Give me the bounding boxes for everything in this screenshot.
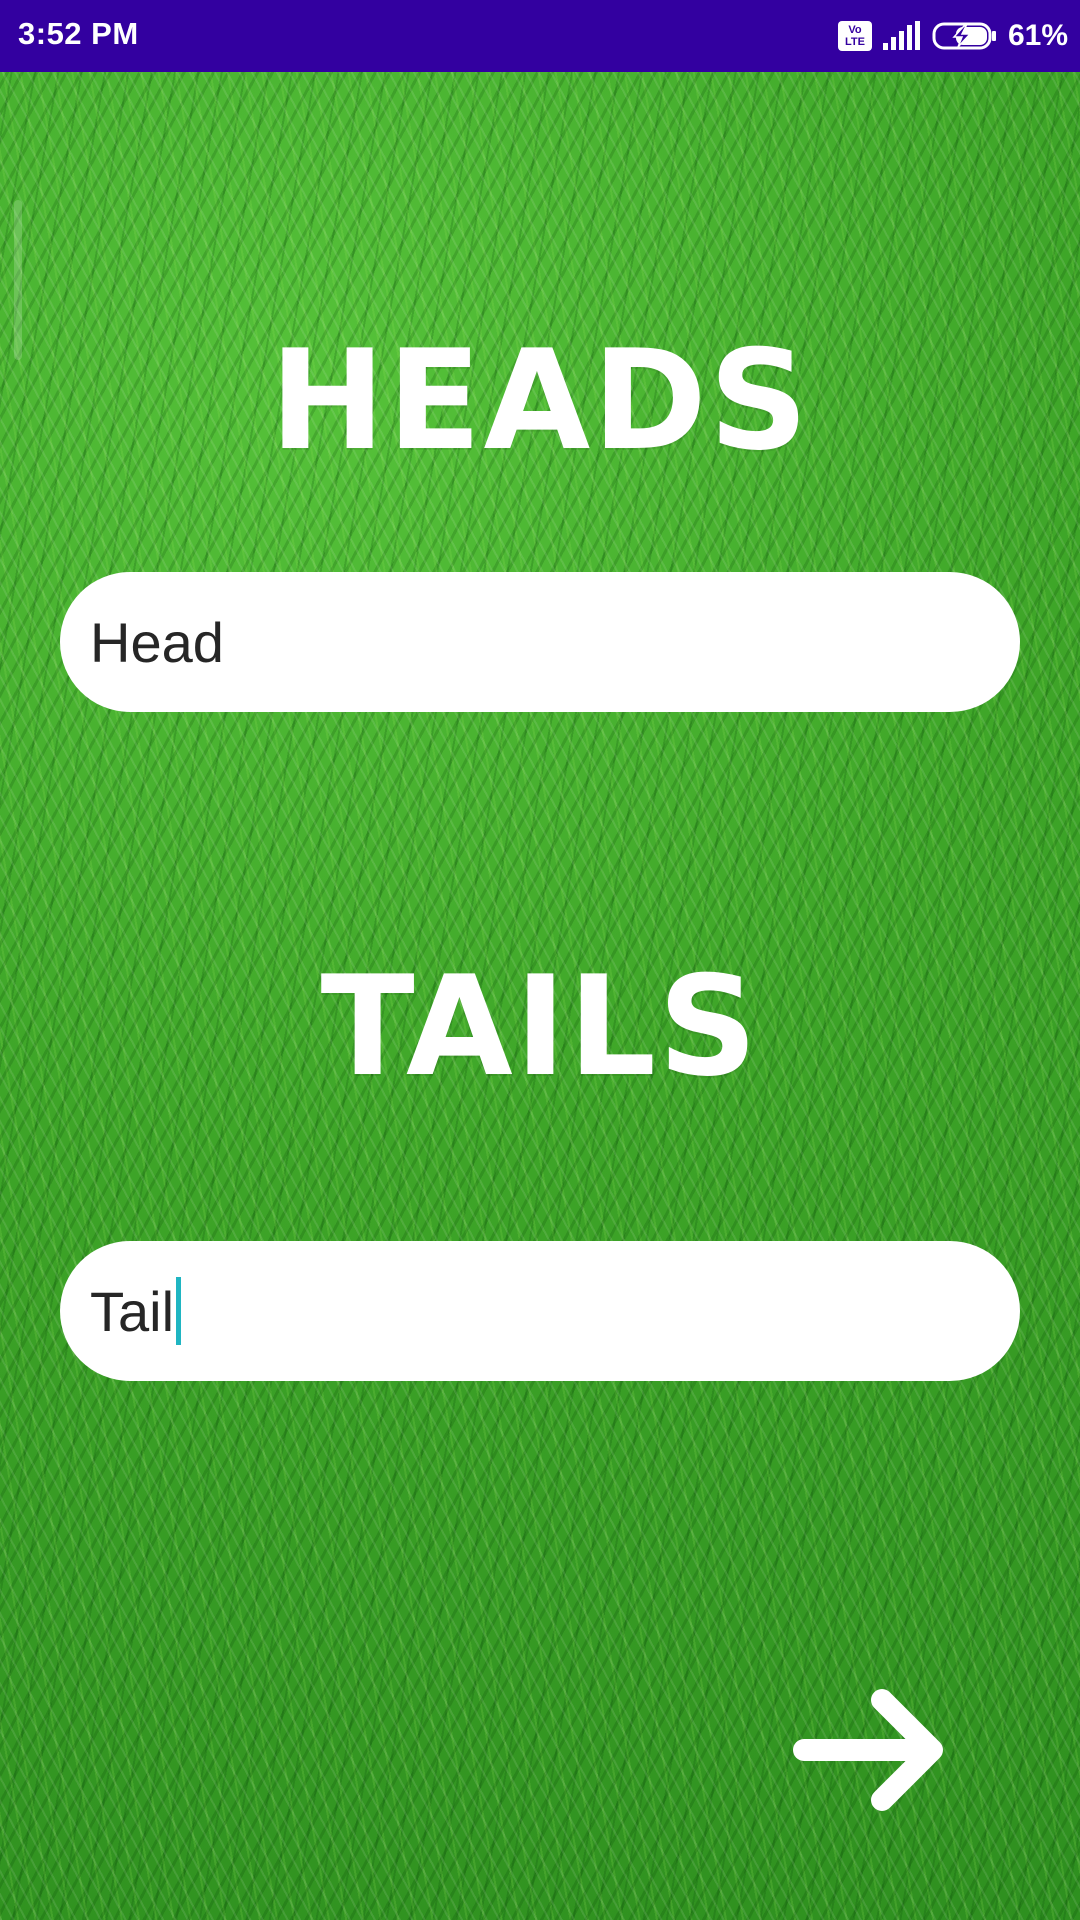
volte-icon: Vo LTE [837,21,872,51]
status-bar: 3:52 PM Vo LTE 61% [0,0,1080,72]
text-cursor [176,1277,182,1345]
battery-percent: 61% [1007,19,1068,52]
arrow-right-icon [793,1689,943,1811]
next-button[interactable] [790,1680,960,1830]
tails-input[interactable]: Tail [60,1241,1020,1381]
tails-title: TAILS [320,946,760,1107]
app-screen: 3:52 PM Vo LTE 61% HEADS Head TAILS Tail [0,0,1080,1920]
heads-title: HEADS [269,320,811,481]
status-icons: Vo LTE 61% [837,14,1068,58]
signal-icon [882,21,920,50]
battery-charging-icon [932,22,996,50]
heads-input-value: Head [90,610,224,674]
status-time: 3:52 PM [18,16,139,51]
tails-input-value: Tail [90,1279,175,1343]
heads-input[interactable]: Head [60,572,1020,712]
